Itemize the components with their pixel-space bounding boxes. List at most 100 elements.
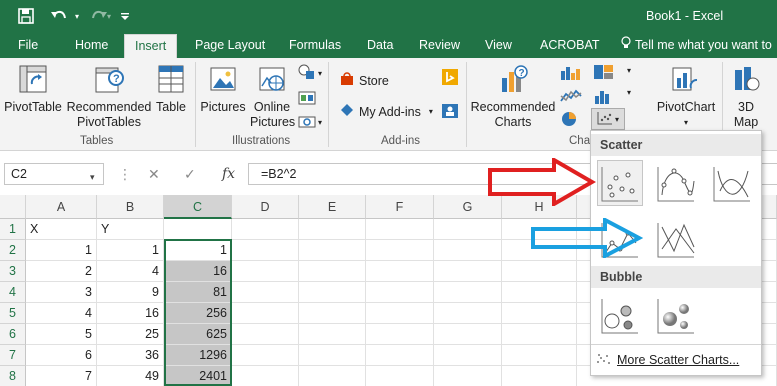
tab-page-layout[interactable]: Page Layout bbox=[195, 32, 265, 58]
tab-review[interactable]: Review bbox=[419, 32, 460, 58]
cell-b8[interactable]: 49 bbox=[97, 366, 164, 386]
name-box-dropdown-icon[interactable]: ▾ bbox=[90, 172, 95, 183]
people-graph-button[interactable] bbox=[441, 103, 459, 122]
cell-a1[interactable]: X bbox=[26, 219, 97, 240]
column-header[interactable]: A bbox=[26, 195, 97, 219]
scatter-smooth-lines-markers-option[interactable] bbox=[653, 160, 699, 206]
cell-empty[interactable] bbox=[232, 366, 299, 386]
shapes-button[interactable]: ▾ bbox=[298, 64, 322, 83]
scatter-markers-only-option[interactable] bbox=[597, 160, 643, 206]
cell-empty[interactable] bbox=[366, 261, 434, 282]
cell-empty[interactable] bbox=[502, 282, 577, 303]
cell-empty[interactable] bbox=[299, 240, 366, 261]
cell-empty[interactable] bbox=[502, 345, 577, 366]
store-button[interactable]: Store bbox=[340, 72, 389, 89]
row-header[interactable]: 8 bbox=[0, 366, 26, 386]
cell-empty[interactable] bbox=[434, 324, 502, 345]
my-addins-button[interactable]: My Add-ins ▾ bbox=[340, 103, 433, 120]
column-header-selected[interactable]: C bbox=[164, 195, 232, 219]
scatter-chart-button[interactable]: ▾ bbox=[591, 108, 625, 130]
cell-empty[interactable] bbox=[434, 261, 502, 282]
cell-empty[interactable] bbox=[366, 303, 434, 324]
tab-view[interactable]: View bbox=[485, 32, 512, 58]
name-box[interactable]: C2 bbox=[4, 163, 104, 185]
column-header[interactable]: B bbox=[97, 195, 164, 219]
pictures-button[interactable]: Pictures bbox=[200, 64, 246, 115]
cell-empty[interactable] bbox=[299, 282, 366, 303]
cell-empty[interactable] bbox=[434, 366, 502, 386]
tab-insert[interactable]: Insert bbox=[124, 34, 178, 58]
cell-a2[interactable]: 1 bbox=[26, 240, 97, 261]
cell-empty[interactable] bbox=[434, 240, 502, 261]
tab-home[interactable]: Home bbox=[75, 32, 108, 58]
save-icon[interactable] bbox=[14, 5, 38, 27]
tell-me-box[interactable]: Tell me what you want to bbox=[621, 32, 772, 58]
undo-icon[interactable] bbox=[46, 5, 72, 27]
cell-empty[interactable] bbox=[299, 324, 366, 345]
cell-c4[interactable]: 81 bbox=[164, 282, 232, 303]
tab-data[interactable]: Data bbox=[367, 32, 393, 58]
bing-button[interactable] bbox=[441, 68, 459, 89]
row-header[interactable]: 2 bbox=[0, 240, 26, 261]
cell-empty[interactable] bbox=[502, 366, 577, 386]
cell-a5[interactable]: 4 bbox=[26, 303, 97, 324]
cancel-icon[interactable]: ✕ bbox=[148, 166, 160, 183]
cell-a7[interactable]: 6 bbox=[26, 345, 97, 366]
cell-empty[interactable] bbox=[366, 282, 434, 303]
cell-empty[interactable] bbox=[232, 282, 299, 303]
cell-empty[interactable] bbox=[366, 219, 434, 240]
cell-b7[interactable]: 36 bbox=[97, 345, 164, 366]
redo-dropdown-icon[interactable]: ▾ bbox=[104, 5, 114, 27]
column-header[interactable]: E bbox=[299, 195, 366, 219]
cell-b4[interactable]: 9 bbox=[97, 282, 164, 303]
recommended-charts-button[interactable]: ? Recommended Charts bbox=[470, 64, 556, 130]
column-header[interactable]: D bbox=[232, 195, 299, 219]
column-header[interactable]: F bbox=[366, 195, 434, 219]
cell-empty[interactable] bbox=[366, 324, 434, 345]
cell-b1[interactable]: Y bbox=[97, 219, 164, 240]
row-header[interactable]: 4 bbox=[0, 282, 26, 303]
cell-b3[interactable]: 4 bbox=[97, 261, 164, 282]
undo-dropdown-icon[interactable]: ▾ bbox=[72, 5, 82, 27]
cell-c1[interactable] bbox=[164, 219, 232, 240]
scatter-straight-lines-option[interactable] bbox=[653, 216, 699, 262]
3d-bubble-option[interactable] bbox=[653, 292, 699, 338]
cell-a3[interactable]: 2 bbox=[26, 261, 97, 282]
cell-empty[interactable] bbox=[299, 303, 366, 324]
cell-empty[interactable] bbox=[299, 345, 366, 366]
line-chart-button[interactable] bbox=[560, 88, 582, 107]
row-header[interactable]: 3 bbox=[0, 261, 26, 282]
cell-empty[interactable] bbox=[232, 345, 299, 366]
cell-empty[interactable] bbox=[366, 345, 434, 366]
table-button[interactable]: Table bbox=[152, 64, 190, 115]
cell-empty[interactable] bbox=[232, 261, 299, 282]
cell-c2[interactable]: 1 bbox=[164, 240, 232, 261]
row-header[interactable]: 1 bbox=[0, 219, 26, 240]
cell-c6[interactable]: 625 bbox=[164, 324, 232, 345]
cell-empty[interactable] bbox=[434, 345, 502, 366]
bubble-option[interactable] bbox=[597, 292, 643, 338]
more-scatter-charts-link[interactable]: More Scatter Charts... bbox=[595, 349, 759, 371]
online-pictures-button[interactable]: Online Pictures bbox=[250, 64, 295, 130]
cell-b5[interactable]: 16 bbox=[97, 303, 164, 324]
tab-acrobat[interactable]: ACROBAT bbox=[540, 32, 600, 58]
cell-empty[interactable] bbox=[299, 261, 366, 282]
enter-icon[interactable]: ✓ bbox=[184, 166, 196, 183]
cell-empty[interactable] bbox=[502, 303, 577, 324]
cell-empty[interactable] bbox=[434, 219, 502, 240]
pie-chart-button[interactable] bbox=[560, 110, 578, 131]
hierarchy-chart-button[interactable] bbox=[593, 64, 615, 83]
cell-a6[interactable]: 5 bbox=[26, 324, 97, 345]
cell-a4[interactable]: 3 bbox=[26, 282, 97, 303]
cell-empty[interactable] bbox=[502, 324, 577, 345]
cell-c5[interactable]: 256 bbox=[164, 303, 232, 324]
row-header[interactable]: 5 bbox=[0, 303, 26, 324]
hierarchy-dropdown[interactable]: ▾ bbox=[627, 66, 631, 75]
cell-empty[interactable] bbox=[232, 219, 299, 240]
select-all-corner[interactable] bbox=[0, 195, 26, 219]
smartart-button[interactable] bbox=[298, 90, 316, 109]
statistic-chart-button[interactable] bbox=[593, 88, 615, 107]
cell-empty[interactable] bbox=[366, 240, 434, 261]
cell-c3[interactable]: 16 bbox=[164, 261, 232, 282]
scatter-smooth-lines-option[interactable] bbox=[709, 160, 755, 206]
